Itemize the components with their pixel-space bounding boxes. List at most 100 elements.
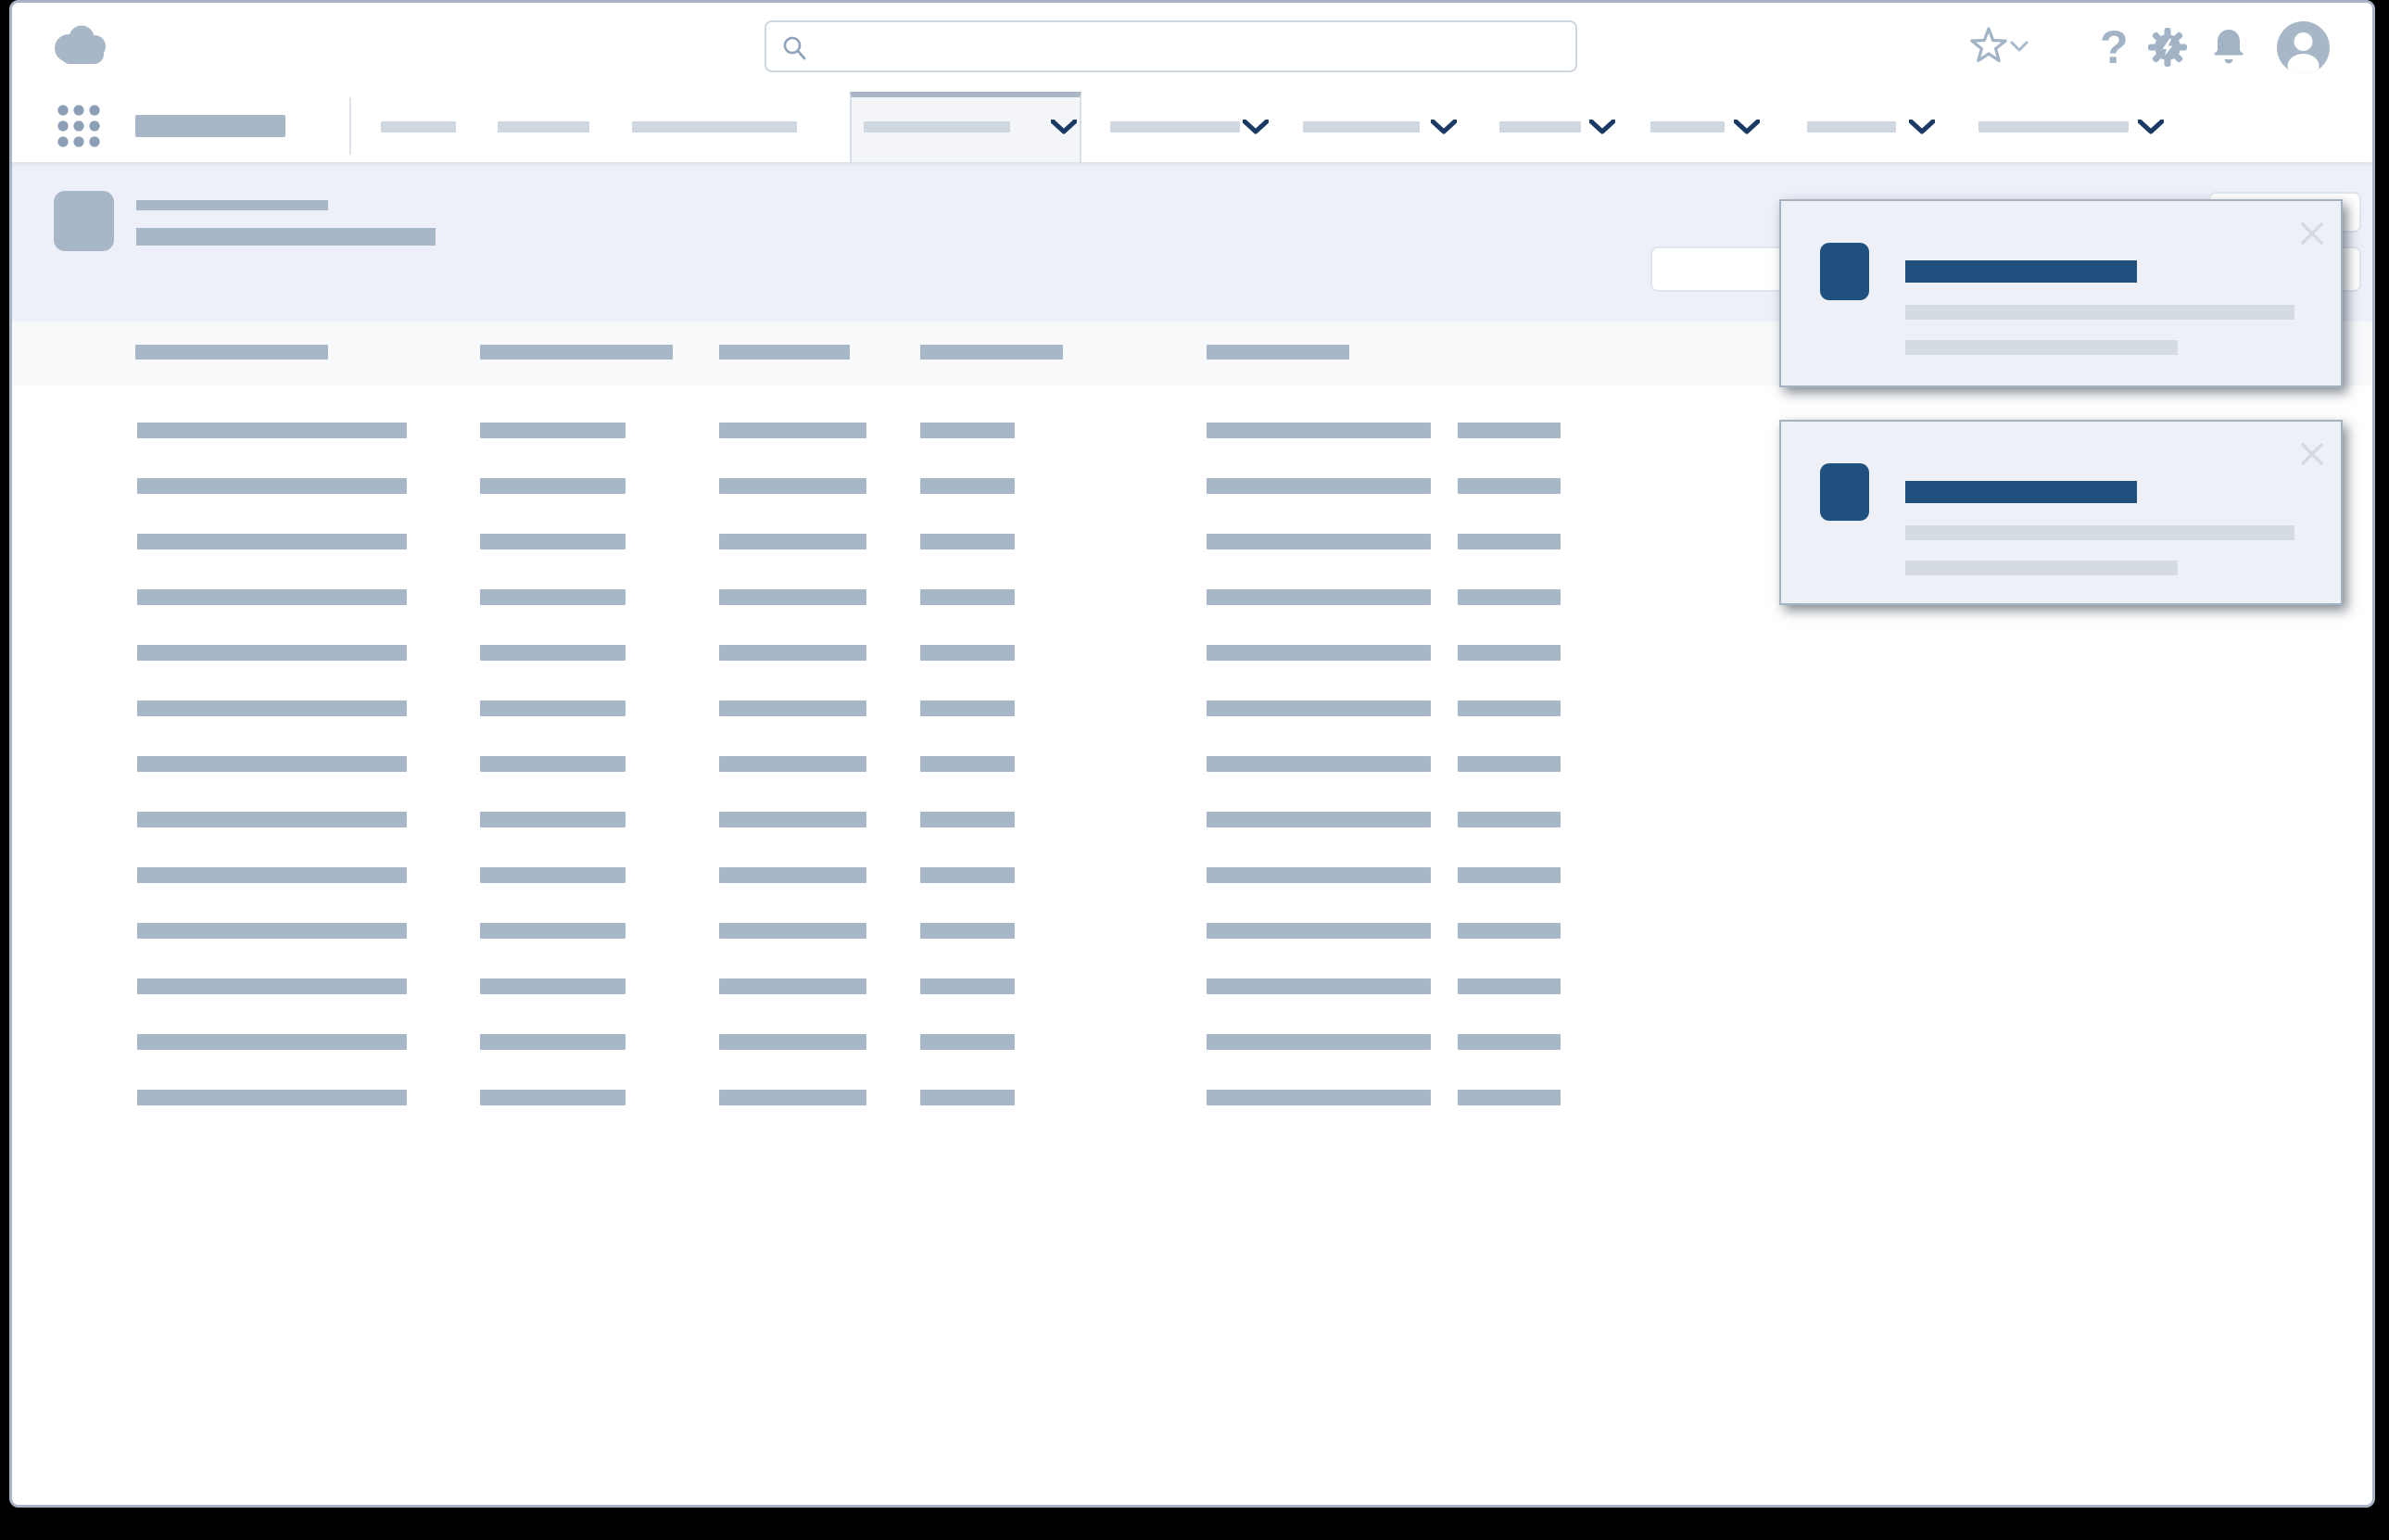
app-launcher-waffle-icon[interactable] [57, 104, 101, 153]
nav-tab-6-skeleton[interactable] [1303, 121, 1420, 133]
user-avatar-icon[interactable] [2277, 21, 2330, 79]
row-1-cell-2-skeleton [480, 423, 626, 438]
nav-tab-chevron-down-icon[interactable] [1909, 120, 1935, 140]
row-10-cell-6-skeleton [1458, 923, 1561, 939]
row-8-cell-3-skeleton [719, 812, 866, 827]
row-2-cell-1-skeleton [137, 478, 407, 494]
nav-tab-5-skeleton[interactable] [1110, 121, 1240, 133]
nav-tab-3-skeleton[interactable] [632, 121, 797, 133]
row-12-cell-3-skeleton [719, 1034, 866, 1050]
nav-tab-4-skeleton[interactable] [864, 121, 1010, 133]
row-12-cell-5-skeleton [1207, 1034, 1431, 1050]
close-x-icon[interactable] [2300, 442, 2324, 471]
global-header: ? [12, 3, 2372, 94]
row-12-cell-4-skeleton [920, 1034, 1015, 1050]
row-7-cell-5-skeleton [1207, 756, 1431, 772]
row-5-cell-3-skeleton [719, 645, 866, 661]
nav-tab-chevron-down-icon[interactable] [1243, 120, 1269, 140]
row-7-cell-3-skeleton [719, 756, 866, 772]
row-6-cell-4-skeleton [920, 701, 1015, 716]
toast-entity-icon [1820, 463, 1869, 521]
row-8-cell-4-skeleton [920, 812, 1015, 827]
column-header-1-skeleton [135, 345, 328, 360]
record-entity-icon [54, 191, 114, 251]
row-10-cell-3-skeleton [719, 923, 866, 939]
nav-tab-chevron-down-icon[interactable] [1589, 120, 1615, 140]
page-subtitle-skeleton [136, 228, 436, 246]
row-11-cell-4-skeleton [920, 978, 1015, 994]
row-8-cell-1-skeleton [137, 812, 407, 827]
nav-tab-9-skeleton[interactable] [1807, 121, 1896, 133]
row-10-cell-5-skeleton [1207, 923, 1431, 939]
row-9-cell-2-skeleton [480, 867, 626, 883]
toast-notification-1 [1779, 199, 2343, 387]
row-11-cell-1-skeleton [137, 978, 407, 994]
column-header-4-skeleton [920, 345, 1063, 360]
row-4-cell-4-skeleton [920, 589, 1015, 605]
page-title-skeleton [136, 200, 328, 210]
row-4-cell-5-skeleton [1207, 589, 1431, 605]
app-navigation-bar [12, 92, 2372, 162]
row-7-cell-1-skeleton [137, 756, 407, 772]
nav-tab-7-skeleton[interactable] [1499, 121, 1581, 133]
row-2-cell-6-skeleton [1458, 478, 1561, 494]
row-13-cell-1-skeleton [137, 1090, 407, 1105]
row-5-cell-6-skeleton [1458, 645, 1561, 661]
row-1-cell-4-skeleton [920, 423, 1015, 438]
screenshot-canvas: { "app": { "description": "Salesforce-st… [0, 0, 2389, 1540]
row-9-cell-1-skeleton [137, 867, 407, 883]
help-icon[interactable]: ? [2100, 24, 2129, 70]
column-header-2-skeleton [480, 345, 673, 360]
column-header-3-skeleton [719, 345, 850, 360]
row-3-cell-4-skeleton [920, 534, 1015, 549]
row-13-cell-3-skeleton [719, 1090, 866, 1105]
row-10-cell-1-skeleton [137, 923, 407, 939]
app-window: ? [9, 0, 2375, 1508]
nav-tab-chevron-down-icon[interactable] [2138, 120, 2164, 140]
row-1-cell-1-skeleton [137, 423, 407, 438]
row-11-cell-6-skeleton [1458, 978, 1561, 994]
row-3-cell-2-skeleton [480, 534, 626, 549]
nav-tab-chevron-down-icon[interactable] [1431, 120, 1457, 140]
row-4-cell-6-skeleton [1458, 589, 1561, 605]
search-icon [781, 34, 809, 62]
nav-tab-chevron-down-icon[interactable] [1734, 120, 1760, 140]
row-3-cell-6-skeleton [1458, 534, 1561, 549]
global-search-input[interactable] [765, 20, 1577, 72]
notification-bell-icon[interactable] [2210, 28, 2247, 71]
nav-tab-2-skeleton[interactable] [498, 121, 589, 133]
nav-divider [349, 97, 351, 155]
salesforce-cloud-logo [48, 21, 109, 68]
row-13-cell-6-skeleton [1458, 1090, 1561, 1105]
row-6-cell-3-skeleton [719, 701, 866, 716]
nav-tab-10-skeleton[interactable] [1978, 121, 2129, 133]
toast-text-line-2-skeleton [1905, 561, 2178, 575]
row-3-cell-3-skeleton [719, 534, 866, 549]
toast-text-line-2-skeleton [1905, 340, 2178, 355]
row-11-cell-2-skeleton [480, 978, 626, 994]
row-12-cell-6-skeleton [1458, 1034, 1561, 1050]
row-10-cell-2-skeleton [480, 923, 626, 939]
row-1-cell-6-skeleton [1458, 423, 1561, 438]
row-11-cell-3-skeleton [719, 978, 866, 994]
close-x-icon[interactable] [2300, 221, 2324, 250]
nav-tab-1-skeleton[interactable] [381, 121, 456, 133]
row-9-cell-4-skeleton [920, 867, 1015, 883]
setup-gear-icon[interactable] [2147, 27, 2188, 72]
nav-tab-8-skeleton[interactable] [1650, 121, 1725, 133]
row-9-cell-6-skeleton [1458, 867, 1561, 883]
nav-tab-chevron-down-icon[interactable] [1051, 120, 1077, 140]
row-7-cell-4-skeleton [920, 756, 1015, 772]
row-13-cell-5-skeleton [1207, 1090, 1431, 1105]
row-12-cell-2-skeleton [480, 1034, 626, 1050]
favorite-star-icon[interactable] [1969, 26, 2008, 69]
row-8-cell-5-skeleton [1207, 812, 1431, 827]
chevron-down-icon[interactable] [2010, 41, 2029, 57]
toast-text-line-1-skeleton [1905, 525, 2294, 540]
row-5-cell-2-skeleton [480, 645, 626, 661]
row-3-cell-5-skeleton [1207, 534, 1431, 549]
row-6-cell-5-skeleton [1207, 701, 1431, 716]
row-2-cell-3-skeleton [719, 478, 866, 494]
row-2-cell-4-skeleton [920, 478, 1015, 494]
row-9-cell-3-skeleton [719, 867, 866, 883]
